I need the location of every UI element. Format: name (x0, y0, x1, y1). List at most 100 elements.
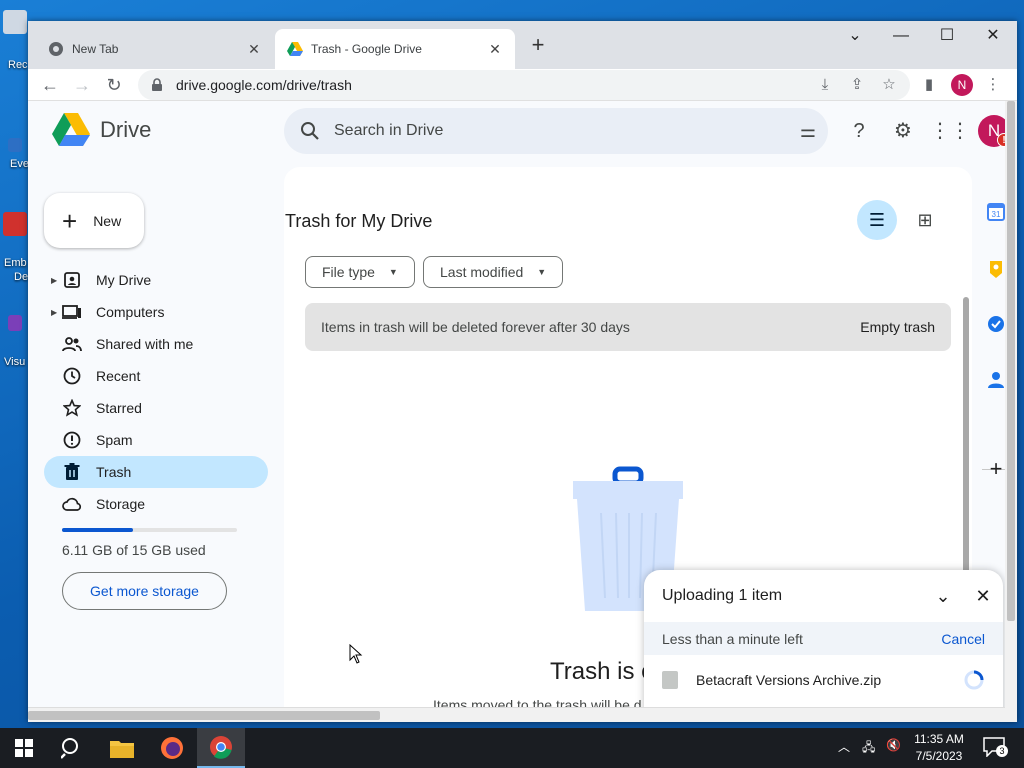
search-input[interactable]: Search in Drive (334, 122, 788, 140)
reload-icon[interactable]: ↻ (100, 71, 128, 99)
page-horizontal-scrollbar[interactable] (28, 707, 1005, 722)
desktop-app-icon[interactable] (2, 212, 28, 238)
drive-app: Drive Search in Drive ⚌ ? ⚙ ⋮⋮ N ! + New… (28, 101, 1017, 722)
more-menu-icon[interactable]: ⋮ (983, 75, 1003, 95)
share-icon[interactable]: ⇪ (847, 75, 867, 95)
tab-search-icon[interactable]: ⌄ (844, 25, 866, 47)
google-drive-logo-icon (52, 113, 90, 146)
add-addon-icon[interactable]: + (986, 456, 1006, 481)
minimize-icon[interactable]: — (890, 25, 912, 47)
search-bar[interactable]: Search in Drive ⚌ (284, 108, 828, 154)
get-more-storage-button[interactable]: Get more storage (62, 572, 227, 610)
desktop-label: De (14, 271, 29, 283)
page-vertical-scrollbar[interactable] (1005, 101, 1017, 722)
sidebar-item-label: Shared with me (96, 336, 194, 352)
expand-caret-icon[interactable]: ▶ (51, 308, 57, 317)
close-tab-icon[interactable]: ✕ (487, 41, 503, 57)
computers-icon (62, 302, 82, 322)
app-name: Drive (100, 117, 152, 142)
sidebar-item-spam[interactable]: Spam (44, 424, 268, 456)
new-tab-button[interactable]: + (526, 34, 550, 58)
apps-grid-icon[interactable]: ⋮⋮ (930, 116, 970, 146)
dropdown-arrow-icon: ▼ (537, 267, 547, 277)
expand-caret-icon[interactable]: ▶ (51, 276, 57, 285)
file-type-filter[interactable]: File type ▼ (305, 256, 415, 288)
sidebar-item-computers[interactable]: ▶ Computers (44, 296, 268, 328)
zip-file-icon (662, 671, 678, 689)
show-hidden-icons-icon[interactable]: ︿ (838, 738, 850, 755)
cancel-upload-button[interactable]: Cancel (941, 631, 985, 647)
contacts-icon[interactable] (986, 370, 1006, 390)
sidebar-item-label: Starred (96, 400, 142, 416)
upload-header: Uploading 1 item ⌄ ✕ (644, 570, 1003, 622)
settings-gear-icon[interactable]: ⚙ (888, 116, 918, 146)
maximize-icon[interactable]: ☐ (936, 25, 958, 47)
sidebar-item-my-drive[interactable]: ▶ My Drive (44, 264, 268, 296)
upload-title: Uploading 1 item (662, 587, 783, 604)
grid-view-icon[interactable]: ⊞ (905, 200, 945, 240)
scrollbar-thumb[interactable] (28, 711, 380, 720)
spam-warning-icon (62, 430, 82, 450)
chip-label: Last modified (440, 264, 524, 280)
empty-trash-button[interactable]: Empty trash (860, 319, 935, 335)
install-icon[interactable]: ⤓ (815, 75, 835, 95)
drive-logo[interactable]: Drive (52, 113, 151, 147)
filter-icon[interactable]: ☰ (857, 200, 897, 240)
keep-icon[interactable] (986, 259, 1006, 279)
banner-message: Items in trash will be deleted forever a… (321, 319, 630, 335)
sidebar-item-recent[interactable]: Recent (44, 360, 268, 392)
address-bar[interactable]: drive.google.com/drive/trash (138, 70, 910, 100)
close-icon[interactable]: ✕ (963, 586, 1003, 607)
side-panel-icon[interactable]: ▮ (919, 75, 939, 95)
upload-file-row[interactable]: Betacraft Versions Archive.zip (644, 655, 1003, 705)
bookmark-star-icon[interactable]: ☆ (879, 75, 899, 95)
volume-muted-icon[interactable]: 🔇 (886, 738, 901, 752)
help-icon[interactable]: ? (844, 116, 874, 146)
close-window-icon[interactable]: ✕ (982, 25, 1004, 47)
notifications-icon[interactable]: 3 (983, 737, 1008, 758)
windows-start-icon[interactable] (0, 728, 48, 768)
tab-title: New Tab (72, 42, 119, 56)
tasks-icon[interactable] (986, 314, 1006, 334)
browser-window: New Tab ✕ Trash - Google Drive ✕ + ⌄ — ☐… (28, 21, 1017, 722)
sidebar-item-label: Storage (96, 496, 146, 512)
plus-icon: + (62, 205, 78, 236)
search-icon[interactable] (48, 728, 96, 768)
profile-avatar[interactable]: N (951, 74, 973, 96)
new-button[interactable]: + New (44, 193, 144, 248)
forward-icon[interactable]: → (68, 71, 96, 99)
calendar-icon[interactable]: 31 (986, 202, 1006, 222)
firefox-icon[interactable] (148, 728, 196, 768)
sidebar-item-label: Spam (96, 432, 133, 448)
upload-file-name: Betacraft Versions Archive.zip (696, 672, 882, 688)
file-explorer-icon[interactable] (98, 728, 146, 768)
browser-toolbar: ← → ↻ drive.google.com/drive/trash ⤓ ⇪ ☆… (28, 69, 1017, 101)
desktop-shortcut-icon[interactable] (2, 138, 28, 154)
clock-icon (62, 366, 82, 386)
network-icon[interactable]: 🖧 (862, 738, 875, 759)
tab-new-tab[interactable]: New Tab ✕ (36, 29, 274, 69)
collapse-chevron-icon[interactable]: ⌄ (923, 586, 963, 607)
scrollbar-thumb[interactable] (963, 297, 969, 597)
sidebar-item-storage[interactable]: Storage (44, 488, 268, 520)
url-text: drive.google.com/drive/trash (176, 77, 352, 93)
back-icon[interactable]: ← (36, 71, 64, 99)
scrollbar-thumb[interactable] (1007, 101, 1015, 621)
system-clock[interactable]: 11:35 AM 7/5/2023 (908, 731, 970, 765)
last-modified-filter[interactable]: Last modified ▼ (423, 256, 564, 288)
search-options-icon[interactable]: ⚌ (788, 121, 828, 142)
sidebar-item-trash[interactable]: Trash (44, 456, 268, 488)
trash-info-banner: Items in trash will be deleted forever a… (305, 303, 951, 351)
mouse-cursor-icon (349, 644, 363, 664)
sidebar-item-label: My Drive (96, 272, 152, 288)
sidebar-item-starred[interactable]: Starred (44, 392, 268, 424)
chip-label: File type (322, 264, 375, 280)
tab-trash-drive[interactable]: Trash - Google Drive ✕ (275, 29, 515, 69)
close-tab-icon[interactable]: ✕ (246, 41, 262, 57)
sidebar-item-shared[interactable]: Shared with me (44, 328, 268, 360)
recycle-bin-desktop-icon[interactable] (2, 10, 28, 36)
content-scrollbar[interactable] (963, 297, 969, 597)
desktop-app-icon[interactable] (2, 315, 28, 333)
chrome-taskbar-icon[interactable] (197, 728, 245, 768)
desktop-label: Eve (10, 158, 29, 170)
